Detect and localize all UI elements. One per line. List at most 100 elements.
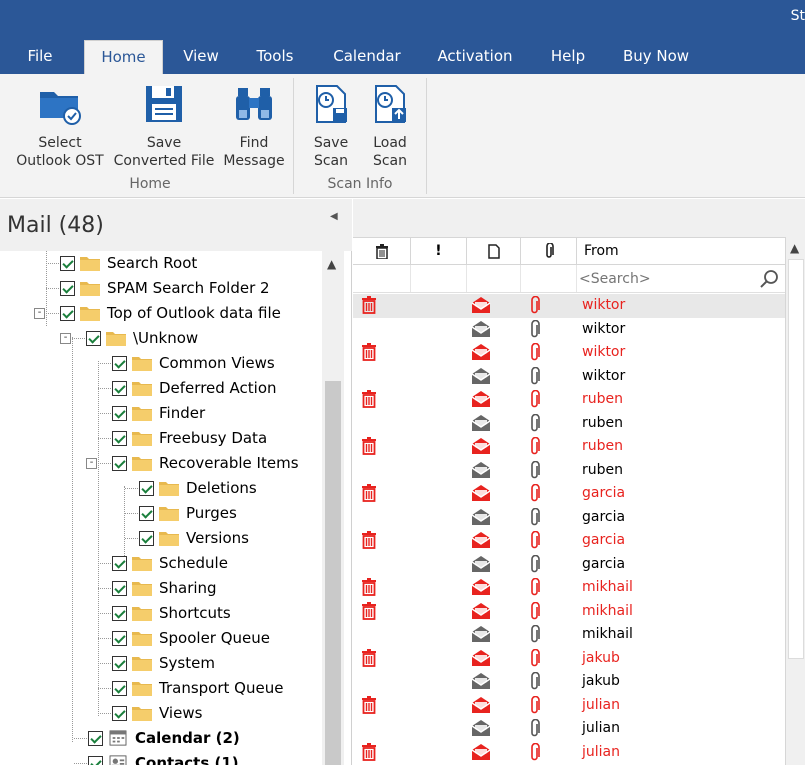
tree-item[interactable]: - Top of Outlook data file [0,301,322,326]
folder-checkbox[interactable] [112,656,127,671]
folder-checkbox[interactable] [139,531,154,546]
tree-item[interactable]: System [0,651,322,676]
folder-checkbox[interactable] [60,256,75,271]
folder-checkbox[interactable] [112,681,127,696]
ribbon: Select Outlook OST Save Converted File F… [0,74,805,198]
from-column-header[interactable]: From [577,238,785,265]
deleted-trash-icon [361,296,377,314]
tree-item[interactable]: Spooler Queue [0,626,322,651]
folder-tree-scrollbar[interactable]: ▲ [322,251,344,765]
message-row[interactable]: garcia [353,482,785,506]
scroll-up-icon[interactable]: ▲ [327,257,336,271]
importance-column-header[interactable]: ! [411,238,467,265]
scroll-up-icon[interactable]: ▲ [790,241,799,255]
folder-checkbox[interactable] [112,706,127,721]
tab-activation[interactable]: Activation [428,40,522,74]
folder-checkbox[interactable] [112,456,127,471]
tree-item[interactable]: Sharing [0,576,322,601]
message-row[interactable]: wiktor [353,341,785,365]
scrollbar-thumb[interactable] [325,381,341,765]
message-row[interactable]: julian [353,741,785,765]
message-row[interactable]: wiktor [353,294,785,318]
delete-column-header[interactable] [353,238,411,265]
tab-file[interactable]: File [14,40,66,74]
tree-connector [98,588,111,589]
collapse-pane-icon[interactable]: ◀ [330,211,338,222]
tab-help[interactable]: Help [540,40,596,74]
message-row[interactable]: ruben [353,435,785,459]
tree-item[interactable]: Search Root [0,251,322,276]
tree-item[interactable]: Purges [0,501,322,526]
tree-item[interactable]: Freebusy Data [0,426,322,451]
message-row[interactable]: mikhail [353,600,785,624]
message-row[interactable]: jakub [353,670,785,694]
folder-checkbox[interactable] [112,406,127,421]
type-column-header[interactable] [467,238,521,265]
collapse-toggle-icon[interactable]: - [60,333,71,344]
tree-item[interactable]: Shortcuts [0,601,322,626]
tree-item[interactable]: Transport Queue [0,676,322,701]
scrollbar-thumb[interactable] [788,259,804,659]
tree-item[interactable]: Finder [0,401,322,426]
message-row[interactable]: jakub [353,647,785,671]
folder-checkbox[interactable] [112,581,127,596]
tab-buy-now[interactable]: Buy Now [612,40,700,74]
save-scan-button[interactable]: Save Scan [302,80,360,170]
save-converted-file-button[interactable]: Save Converted File [112,80,216,170]
tree-item-label: Shortcuts [159,604,231,622]
tree-item[interactable]: Contacts (1) [0,751,322,765]
tree-item[interactable]: Deletions [0,476,322,501]
message-row[interactable]: wiktor [353,318,785,342]
folder-checkbox[interactable] [112,556,127,571]
tree-item[interactable]: Schedule [0,551,322,576]
tree-item[interactable]: - \Unknow [0,326,322,351]
message-row[interactable]: garcia [353,506,785,530]
folder-checkbox[interactable] [86,331,101,346]
message-row[interactable]: wiktor [353,365,785,389]
message-row[interactable]: mikhail [353,576,785,600]
attachment-paperclip-icon [529,460,541,480]
select-outlook-ost-button[interactable]: Select Outlook OST [10,80,110,170]
from-search-input[interactable] [579,268,759,290]
envelope-icon [471,555,491,573]
message-row[interactable]: garcia [353,553,785,577]
message-list-scrollbar[interactable]: ▲ [785,237,805,765]
folder-checkbox[interactable] [139,481,154,496]
folder-checkbox[interactable] [112,431,127,446]
folder-checkbox[interactable] [88,756,103,765]
attachment-column-header[interactable] [521,238,577,265]
message-row[interactable]: garcia [353,529,785,553]
tab-tools[interactable]: Tools [244,40,306,74]
folder-icon [132,557,152,571]
tab-home[interactable]: Home [84,40,163,75]
folder-checkbox[interactable] [139,506,154,521]
tree-item[interactable]: - Recoverable Items [0,451,322,476]
message-row[interactable]: ruben [353,388,785,412]
envelope-icon [471,461,491,479]
folder-checkbox[interactable] [112,631,127,646]
folder-checkbox[interactable] [88,731,103,746]
folder-checkbox[interactable] [112,606,127,621]
folder-checkbox[interactable] [112,356,127,371]
folder-checkbox[interactable] [60,306,75,321]
message-row[interactable]: ruben [353,459,785,483]
tree-item[interactable]: Versions [0,526,322,551]
folder-checkbox[interactable] [60,281,75,296]
tree-item[interactable]: SPAM Search Folder 2 [0,276,322,301]
tree-item[interactable]: Common Views [0,351,322,376]
message-row[interactable]: mikhail [353,623,785,647]
tree-item[interactable]: Deferred Action [0,376,322,401]
tree-item[interactable]: Calendar (2) [0,726,322,751]
message-row[interactable]: julian [353,717,785,741]
message-row[interactable]: julian [353,694,785,718]
find-message-button[interactable]: Find Message [220,80,288,170]
search-icon[interactable] [759,269,779,289]
tab-view[interactable]: View [172,40,230,74]
collapse-toggle-icon[interactable]: - [34,308,45,319]
tab-calendar[interactable]: Calendar [323,40,411,74]
load-scan-button[interactable]: Load Scan [362,80,418,170]
tree-item[interactable]: Views [0,701,322,726]
message-row[interactable]: ruben [353,412,785,436]
folder-checkbox[interactable] [112,381,127,396]
collapse-toggle-icon[interactable]: - [86,458,97,469]
